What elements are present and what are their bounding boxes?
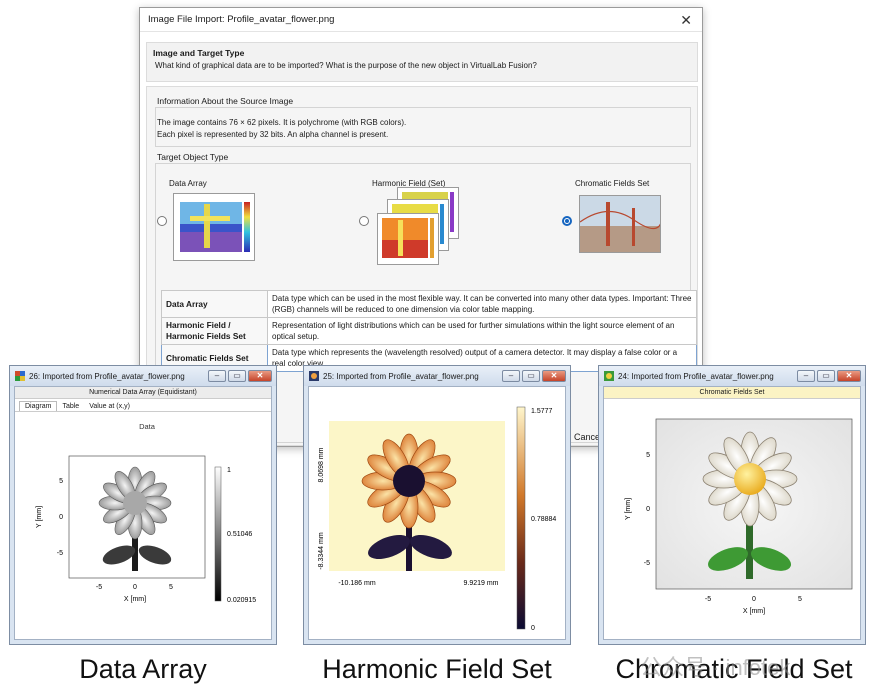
dialog-header: Image and Target Type What kind of graph… [146, 42, 698, 82]
window-tabs: Diagram Table Value at (x,y) [15, 399, 271, 412]
minimize-button[interactable]: – [502, 370, 520, 382]
colorbar-tick: 0.51046 [227, 531, 252, 538]
chromatic-preview [579, 195, 661, 253]
dialog-subheading: What kind of graphical data are to be im… [155, 61, 537, 70]
radio-harmonic-field[interactable] [359, 216, 369, 226]
restore-button[interactable]: ▭ [817, 370, 835, 382]
restore-button[interactable]: ▭ [522, 370, 540, 382]
chromatic-preview-image [580, 196, 660, 252]
y-axis-label: Y [mm] [625, 498, 632, 520]
harmonic-window-icon [309, 371, 319, 381]
data-array-preview [173, 193, 255, 261]
info-line-2: Each pixel is represented by 32 bits. An… [157, 130, 389, 139]
minimize-button[interactable]: – [208, 370, 226, 382]
chromatic-fields-window: 24: Imported from Profile_avatar_flower.… [598, 365, 866, 645]
window-title: 25: Imported from Profile_avatar_flower.… [323, 371, 479, 381]
chromatic-window-icon [604, 371, 614, 381]
watermark-text: 公众号 · infotek [640, 655, 791, 680]
data-array-preview-image [180, 202, 250, 252]
tab-table[interactable]: Table [57, 402, 84, 411]
window-content: Numerical Data Array (Equidistant) Diagr… [14, 386, 272, 640]
restore-button[interactable]: ▭ [228, 370, 246, 382]
x-tick-label: 5 [798, 596, 802, 603]
table-value: Representation of light distributions wh… [267, 317, 697, 345]
data-array-plot: Data -5 0 5 X [mm] 5 0 -5 Y [mm] 1 0.510… [36, 422, 256, 604]
harmonic-preview-front [377, 213, 439, 265]
y-tick-label: 5 [646, 452, 650, 459]
table-row[interactable]: Data Array Data type which can be used i… [161, 290, 697, 318]
y-tick-label: -8.3344 mm [318, 532, 325, 570]
type-description-table: Data Array Data type which can be used i… [161, 290, 697, 372]
dialog-titlebar: Image File Import: Profile_avatar_flower… [140, 8, 702, 32]
colorbar-tick: 0.020915 [227, 597, 256, 604]
info-text: The image contains 76 × 62 pixels. It is… [157, 117, 406, 141]
window-subtitle: Numerical Data Array (Equidistant) [15, 387, 271, 399]
y-tick-label: -5 [644, 560, 650, 567]
tab-value-at-xy[interactable]: Value at (x,y) [84, 402, 135, 411]
chromatic-plot: -5 0 5 X [mm] 5 0 -5 Y [mm] [625, 418, 853, 615]
x-tick-label: 9.9219 mm [463, 580, 498, 587]
plot-title: Data [139, 422, 156, 431]
option-data-array-label: Data Array [169, 179, 207, 188]
info-line-1: The image contains 76 × 62 pixels. It is… [157, 118, 407, 127]
x-axis-label: X [mm] [743, 608, 765, 615]
radio-data-array[interactable] [157, 216, 167, 226]
table-value: Data type which can be used in the most … [267, 290, 697, 318]
close-icon[interactable]: ✕ [680, 12, 692, 29]
info-group-label: Information About the Source Image [157, 96, 294, 106]
y-tick-label: 5 [59, 478, 63, 485]
harmonic-preview-front-image [382, 218, 434, 258]
close-button[interactable]: ✕ [542, 370, 566, 382]
x-tick-label: 0 [133, 584, 137, 591]
colorbar-tick: 1.5777 [531, 408, 553, 415]
minimize-button[interactable]: – [797, 370, 815, 382]
table-row[interactable]: Harmonic Field / Harmonic Fields Set Rep… [161, 317, 697, 345]
window-controls: – ▭ ✕ [502, 370, 566, 382]
dialog-title: Image File Import: Profile_avatar_flower… [148, 14, 335, 25]
colorbar-tick: 0 [531, 625, 535, 632]
tab-diagram[interactable]: Diagram [19, 401, 58, 411]
target-group-label: Target Object Type [157, 152, 229, 162]
window-content: -10.186 mm 9.9219 mm 8.0698 mm -8.3344 m… [308, 386, 566, 640]
table-key: Harmonic Field / Harmonic Fields Set [161, 317, 268, 345]
window-subtitle: Chromatic Fields Set [604, 387, 860, 399]
table-key: Data Array [161, 290, 268, 318]
y-tick-label: 0 [646, 506, 650, 513]
option-chromatic-label: Chromatic Fields Set [575, 179, 650, 188]
window-controls: – ▭ ✕ [797, 370, 861, 382]
grayscale-colorbar [214, 466, 222, 602]
y-tick-label: -5 [57, 550, 63, 557]
caption-harmonic-field-set: Harmonic Field Set [322, 654, 552, 684]
harmonic-plot: -10.186 mm 9.9219 mm 8.0698 mm -8.3344 m… [318, 406, 556, 632]
colorbar-tick: 0.78884 [531, 516, 556, 523]
x-tick-label: -5 [96, 584, 102, 591]
data-array-window-icon [15, 371, 25, 381]
data-array-window: 26: Imported from Profile_avatar_flower.… [9, 365, 277, 645]
cancel-button[interactable]: Cance [574, 432, 600, 442]
caption-data-array: Data Array [79, 654, 207, 684]
copper-colorbar [516, 406, 526, 630]
y-tick-label: 0 [59, 514, 63, 521]
window-title: 24: Imported from Profile_avatar_flower.… [618, 371, 774, 381]
colorbar-tick: 1 [227, 467, 231, 474]
window-controls: – ▭ ✕ [208, 370, 272, 382]
x-tick-label: 0 [752, 596, 756, 603]
radio-chromatic-fields[interactable] [562, 216, 572, 226]
x-tick-label: 5 [169, 584, 173, 591]
y-tick-label: 8.0698 mm [318, 447, 325, 482]
harmonic-field-window: 25: Imported from Profile_avatar_flower.… [303, 365, 571, 645]
window-title: 26: Imported from Profile_avatar_flower.… [29, 371, 185, 381]
y-axis-label: Y [mm] [36, 506, 43, 528]
x-tick-label: -5 [705, 596, 711, 603]
close-button[interactable]: ✕ [837, 370, 861, 382]
window-content: Chromatic Fields Set -5 0 5 X [mm] 5 0 -… [603, 386, 861, 640]
close-button[interactable]: ✕ [248, 370, 272, 382]
dialog-heading: Image and Target Type [153, 48, 245, 58]
x-axis-label: X [mm] [124, 596, 146, 603]
x-tick-label: -10.186 mm [338, 580, 376, 587]
